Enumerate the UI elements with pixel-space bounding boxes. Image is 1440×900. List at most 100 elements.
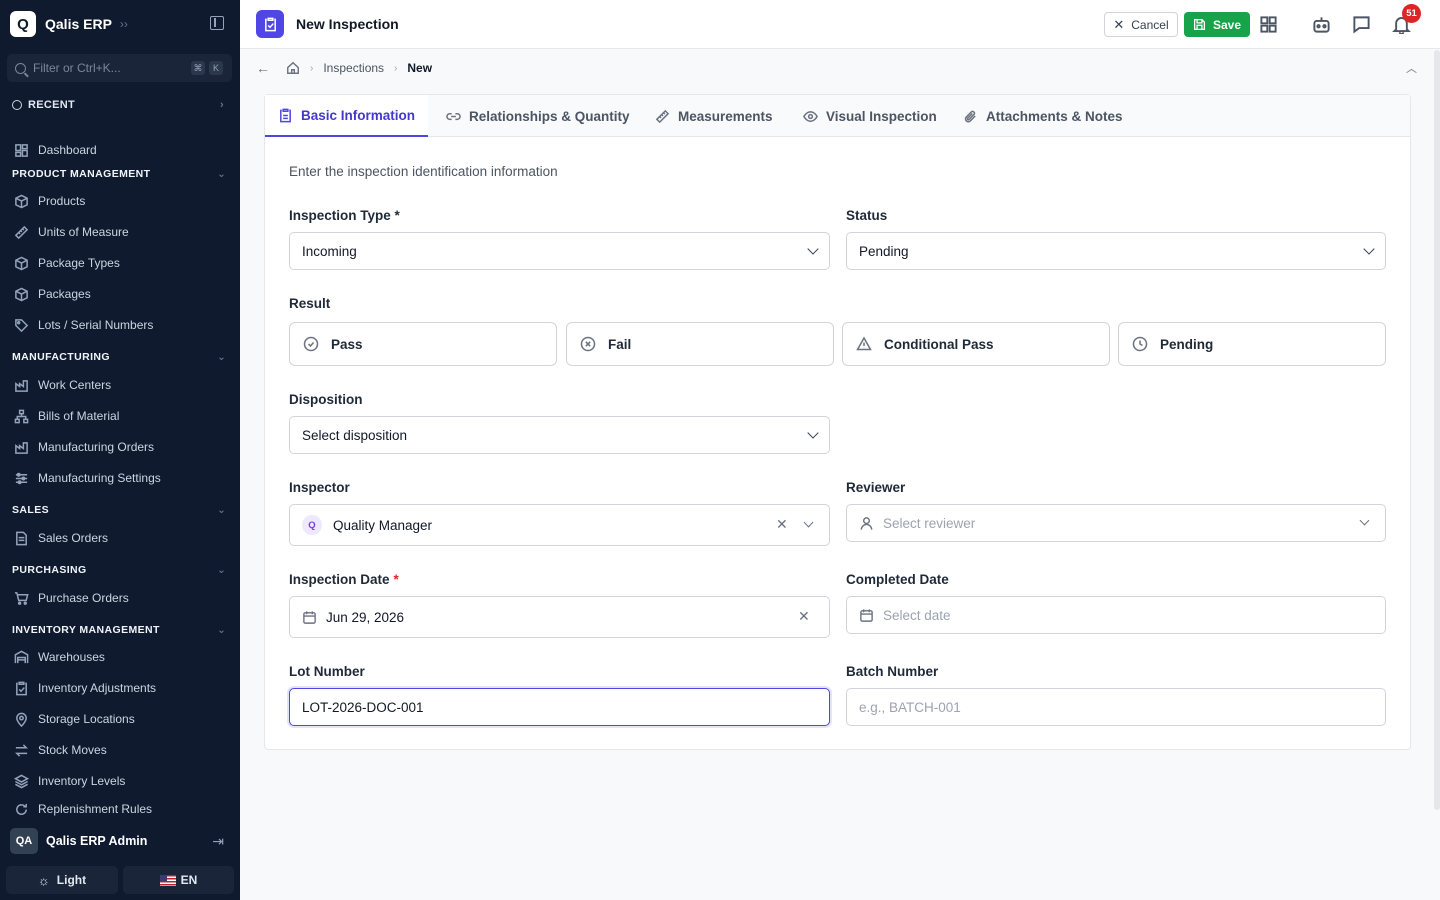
chat-icon[interactable] bbox=[1350, 13, 1372, 35]
save-button[interactable]: Save bbox=[1184, 12, 1250, 37]
reviewer-select[interactable]: Select reviewer bbox=[846, 504, 1386, 542]
chevron-down-icon: ⌄ bbox=[217, 504, 226, 516]
clipboard-icon bbox=[256, 10, 284, 38]
sidebar-item-package-types[interactable]: Package Types bbox=[14, 253, 226, 273]
sidebar-item-packages[interactable]: Packages bbox=[14, 284, 226, 304]
dashboard-icon bbox=[14, 143, 29, 158]
robot-icon[interactable] bbox=[1310, 13, 1332, 35]
sidebar-item-inv-levels[interactable]: Inventory Levels bbox=[14, 771, 226, 791]
sidebar-filter-input[interactable]: Filter or Ctrl+K... ⌘ K bbox=[7, 54, 232, 82]
completed-date-picker[interactable]: Select date bbox=[846, 596, 1386, 634]
sidebar-item-bom[interactable]: Bills of Material bbox=[14, 406, 226, 426]
theme-toggle-button[interactable]: ☼ Light bbox=[6, 866, 118, 894]
sliders-icon bbox=[14, 471, 29, 486]
status-value: Pending bbox=[859, 243, 909, 259]
chevron-down-icon: ⌄ bbox=[217, 351, 226, 363]
tab-attachments-notes[interactable]: Attachments & Notes bbox=[963, 95, 1123, 137]
logout-icon[interactable]: ⇥ bbox=[212, 833, 224, 850]
recent-label: RECENT bbox=[28, 99, 76, 111]
completed-date-placeholder: Select date bbox=[883, 607, 951, 623]
sidebar-item-uom[interactable]: Units of Measure bbox=[14, 222, 226, 242]
chevron-down-icon bbox=[803, 517, 814, 528]
sidebar-item-label: Work Centers bbox=[38, 378, 112, 392]
tab-measurements[interactable]: Measurements bbox=[655, 95, 773, 137]
tab-relationships[interactable]: Relationships & Quantity bbox=[446, 95, 630, 137]
sidebar-item-products[interactable]: Products bbox=[14, 191, 226, 211]
section-purchasing[interactable]: PURCHASING ⌄ bbox=[12, 564, 226, 576]
sidebar-item-label: Stock Moves bbox=[38, 743, 107, 757]
recent-section[interactable]: RECENT › bbox=[12, 99, 224, 111]
breadcrumb-inspections[interactable]: Inspections bbox=[323, 61, 384, 75]
section-label: INVENTORY MANAGEMENT bbox=[12, 624, 160, 636]
sidebar-item-storage-locations[interactable]: Storage Locations bbox=[14, 709, 226, 729]
inspector-select[interactable]: Q Quality Manager ✕ bbox=[289, 504, 830, 546]
sidebar-item-sales-orders[interactable]: Sales Orders bbox=[14, 528, 226, 548]
chevron-down-icon bbox=[1363, 243, 1375, 255]
sidebar-item-inv-adjustments[interactable]: Inventory Adjustments bbox=[14, 678, 226, 698]
breadcrumb-current: New bbox=[407, 61, 433, 75]
lot-number-input[interactable]: LOT-2026-DOC-001 bbox=[289, 688, 830, 726]
sidebar-item-dashboard[interactable]: Dashboard bbox=[14, 140, 226, 160]
inspection-date-picker[interactable]: Jun 29, 2026 ✕ bbox=[289, 596, 830, 638]
sidebar-item-label: Bills of Material bbox=[38, 409, 120, 423]
sidebar-item-label: Inventory Adjustments bbox=[38, 681, 157, 695]
section-sales[interactable]: SALES ⌄ bbox=[12, 504, 226, 516]
chevron-up-icon[interactable]: ︿ bbox=[1406, 60, 1417, 76]
sidebar-item-label: Warehouses bbox=[38, 650, 105, 664]
status-select[interactable]: Pending bbox=[846, 232, 1386, 270]
sidebar-item-warehouses[interactable]: Warehouses bbox=[14, 647, 226, 667]
clear-icon[interactable]: ✕ bbox=[798, 608, 810, 625]
sidebar-item-mfg-orders[interactable]: Manufacturing Orders bbox=[14, 437, 226, 457]
sidebar-item-mfg-settings[interactable]: Manufacturing Settings bbox=[14, 468, 226, 488]
result-option-pending[interactable]: Pending bbox=[1118, 322, 1386, 366]
apps-grid-icon[interactable] bbox=[1257, 13, 1279, 35]
brand[interactable]: Q Qalis ERP ›› bbox=[10, 11, 128, 37]
user-icon bbox=[860, 516, 873, 530]
tab-visual-inspection[interactable]: Visual Inspection bbox=[803, 95, 937, 137]
section-product-management[interactable]: PRODUCT MANAGEMENT ⌄ bbox=[12, 168, 226, 180]
avatar: QA bbox=[10, 828, 38, 854]
user-profile[interactable]: QA Qalis ERP Admin ⇥ bbox=[10, 828, 230, 854]
home-icon[interactable] bbox=[286, 61, 300, 75]
calendar-icon bbox=[303, 610, 316, 624]
kbd-cmd: ⌘ bbox=[191, 61, 205, 75]
sidebar-item-label: Products bbox=[38, 194, 86, 208]
section-label: MANUFACTURING bbox=[12, 351, 110, 363]
sidebar-collapse-icon[interactable] bbox=[210, 16, 224, 30]
back-arrow-icon[interactable]: ← bbox=[256, 60, 270, 76]
inspection-type-select[interactable]: Incoming bbox=[289, 232, 830, 270]
sidebar-item-label: Manufacturing Orders bbox=[38, 440, 155, 454]
inspector-value: Quality Manager bbox=[333, 517, 433, 533]
result-option-conditional-pass[interactable]: Conditional Pass bbox=[842, 322, 1110, 366]
sidebar-item-lots[interactable]: Lots / Serial Numbers bbox=[14, 315, 226, 335]
chevron-down-icon bbox=[1359, 515, 1370, 526]
factory-icon bbox=[14, 378, 29, 393]
reviewer-label: Reviewer bbox=[846, 480, 906, 495]
kbd-k: K bbox=[209, 61, 223, 75]
inspection-type-label: Inspection Type * bbox=[289, 208, 400, 223]
form-intro: Enter the inspection identification info… bbox=[289, 164, 558, 179]
sidebar-item-purchase-orders[interactable]: Purchase Orders bbox=[14, 588, 226, 608]
batch-number-input[interactable]: e.g., BATCH-001 bbox=[846, 688, 1386, 726]
section-inventory[interactable]: INVENTORY MANAGEMENT ⌄ bbox=[12, 624, 226, 636]
section-manufacturing[interactable]: MANUFACTURING ⌄ bbox=[12, 351, 226, 363]
sidebar-item-stock-moves[interactable]: Stock Moves bbox=[14, 740, 226, 760]
cancel-button[interactable]: ✕ Cancel bbox=[1104, 12, 1178, 37]
disposition-select[interactable]: Select disposition bbox=[289, 416, 830, 454]
search-icon bbox=[15, 62, 26, 74]
cart-icon bbox=[14, 591, 29, 606]
result-option-fail[interactable]: Fail bbox=[566, 322, 834, 366]
page-scrollbar[interactable] bbox=[1434, 50, 1440, 810]
sidebar-item-work-centers[interactable]: Work Centers bbox=[14, 375, 226, 395]
sidebar-item-replenishment[interactable]: Replenishment Rules bbox=[14, 802, 226, 816]
tab-label: Measurements bbox=[678, 108, 773, 124]
box-icon bbox=[14, 256, 29, 271]
document-icon bbox=[14, 531, 29, 546]
language-button[interactable]: EN bbox=[123, 866, 234, 894]
sidebar-item-label: Storage Locations bbox=[38, 712, 135, 726]
save-label: Save bbox=[1212, 17, 1242, 32]
tab-basic-information[interactable]: Basic Information bbox=[265, 95, 428, 137]
clear-icon[interactable]: ✕ bbox=[776, 516, 788, 533]
check-circle-icon bbox=[303, 336, 319, 352]
result-option-pass[interactable]: Pass bbox=[289, 322, 557, 366]
